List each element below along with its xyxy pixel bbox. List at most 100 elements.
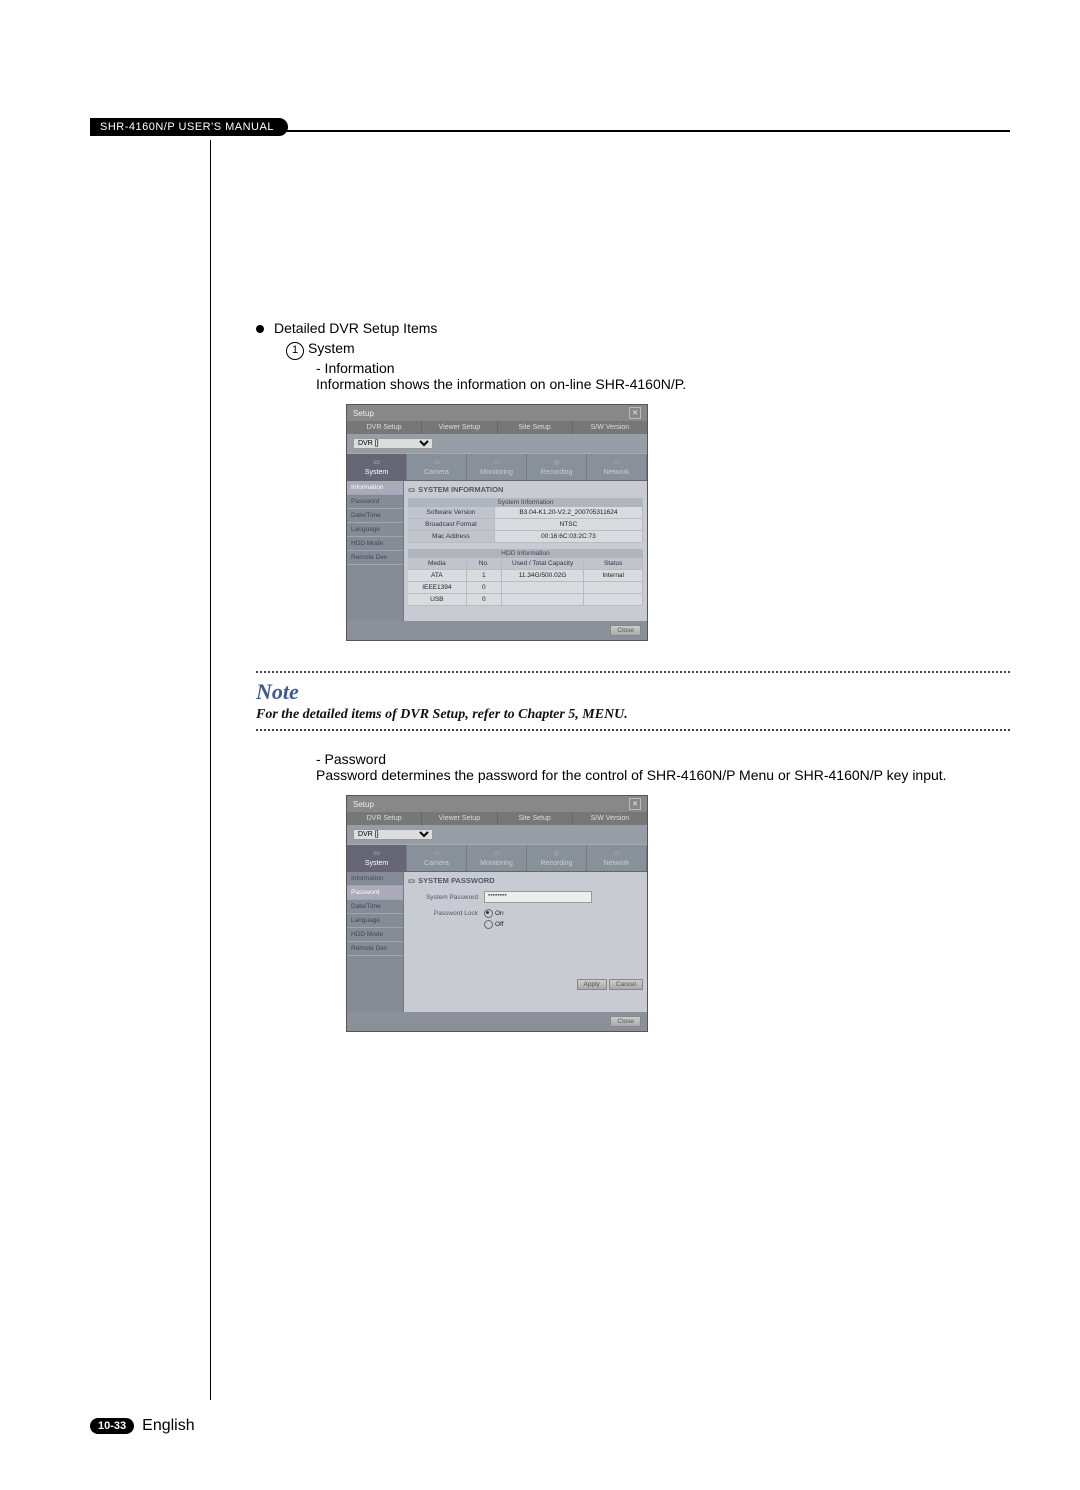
panel-heading: ▭ SYSTEM PASSWORD [408, 876, 643, 885]
sidebar-item-datetime[interactable]: Date/Time [347, 509, 403, 523]
password-label: - Password [256, 751, 1010, 767]
col-capacity: Used / Total Capacity [502, 558, 584, 569]
hddinfo-header: HDD Information [408, 549, 643, 558]
monitor-icon: ▭ [469, 849, 524, 859]
footer-language: English [142, 1417, 194, 1435]
top-tabs: DVR Setup Viewer Setup Site Setup S/W Ve… [347, 421, 647, 434]
cat-system[interactable]: ▭System [347, 845, 407, 871]
circled-number-icon: 1 [286, 342, 304, 360]
table-header-row: Media No. Used / Total Capacity Status [408, 558, 643, 570]
lock-icon: ▭ [408, 876, 415, 885]
cat-monitoring[interactable]: ▭Monitoring [467, 454, 527, 480]
sidebar-item-datetime[interactable]: Date/Time [347, 900, 403, 914]
tab-site-setup[interactable]: Site Setup [498, 421, 573, 434]
system-icon: ▭ [349, 458, 404, 468]
network-icon: ▭ [589, 849, 644, 859]
sidebar-item-hddmode[interactable]: HDD Mode [347, 928, 403, 942]
dvr-select-row: DVR [] [347, 434, 647, 453]
cat-recording[interactable]: ◎Recording [527, 454, 587, 480]
bullet-icon [256, 325, 264, 333]
cat-network[interactable]: ▭Network [587, 454, 647, 480]
cell-value: NTSC [495, 519, 643, 530]
tab-sw-version[interactable]: S/W Version [573, 421, 647, 434]
system-password-row: System Password [408, 891, 643, 903]
info-label: - Information [256, 360, 1010, 376]
col-status: Status [584, 558, 643, 569]
apply-button[interactable]: Apply [577, 979, 607, 990]
window-title: Setup [353, 409, 374, 418]
manual-page: SHR-4160N/P USER'S MANUAL Detailed DVR S… [0, 0, 1080, 1490]
sidebar-item-password[interactable]: Password [347, 886, 403, 900]
radio-off[interactable]: Off [484, 920, 504, 929]
info-icon: ▭ [408, 485, 415, 494]
content-column: Detailed DVR Setup Items 1System - Infor… [210, 140, 1010, 1400]
numbered-item: 1System [256, 340, 1010, 360]
tab-viewer-setup[interactable]: Viewer Setup [422, 421, 497, 434]
table-row: IEEE1394 0 [408, 582, 643, 594]
col-media: Media [408, 558, 467, 569]
cat-network[interactable]: ▭Network [587, 845, 647, 871]
tab-site-setup[interactable]: Site Setup [498, 812, 573, 825]
close-button[interactable]: Close [610, 1016, 641, 1027]
radio-on[interactable]: On [484, 909, 504, 918]
password-lock-row-off: Off [408, 920, 643, 929]
cancel-button[interactable]: Cancel [609, 979, 643, 990]
main-panel: ▭ SYSTEM INFORMATION System Information … [404, 481, 647, 621]
col-no: No. [467, 558, 502, 569]
sidebar-item-remotedev[interactable]: Remote Dev [347, 942, 403, 956]
note-body: For the detailed items of DVR Setup, ref… [256, 707, 1010, 723]
table-row: Mac Address 00:16:6C:03:2C:73 [408, 531, 643, 543]
sidebar-item-hddmode[interactable]: HDD Mode [347, 537, 403, 551]
top-tabs: DVR Setup Viewer Setup Site Setup S/W Ve… [347, 812, 647, 825]
table-row: Software Version B3.04-K1.20-V2.2_200705… [408, 507, 643, 519]
sysinfo-header: System Information [408, 498, 643, 507]
camera-icon: ▭ [409, 849, 464, 859]
record-icon: ◎ [529, 849, 584, 859]
sidebar-item-password[interactable]: Password [347, 495, 403, 509]
dvr-select-row: DVR [] [347, 825, 647, 844]
cell-label: Software Version [408, 507, 495, 518]
cat-recording[interactable]: ◎Recording [527, 845, 587, 871]
system-password-input[interactable] [484, 891, 592, 903]
window-titlebar: Setup ✕ [347, 405, 647, 421]
header-pill: SHR-4160N/P USER'S MANUAL [90, 118, 288, 136]
cell-label: Broadcast Format [408, 519, 495, 530]
syspw-label: System Password [408, 894, 478, 901]
sidebar-item-information[interactable]: Information [347, 481, 403, 495]
note-title: Note [256, 679, 1010, 705]
page-number-badge: 10-33 [90, 1418, 134, 1434]
table-row: USB 0 [408, 594, 643, 606]
note-block: Note For the detailed items of DVR Setup… [256, 671, 1010, 731]
bullet-title: Detailed DVR Setup Items [274, 320, 437, 336]
window-title: Setup [353, 800, 374, 809]
password-lock-row: Password Lock On [408, 909, 643, 918]
tab-viewer-setup[interactable]: Viewer Setup [422, 812, 497, 825]
sidebar-item-language[interactable]: Language [347, 523, 403, 537]
cell-value: 00:16:6C:03:2C:73 [495, 531, 643, 542]
camera-icon: ▭ [409, 458, 464, 468]
panel-heading: ▭ SYSTEM INFORMATION [408, 485, 643, 494]
cat-monitoring[interactable]: ▭Monitoring [467, 845, 527, 871]
tab-sw-version[interactable]: S/W Version [573, 812, 647, 825]
button-row: Close [347, 1012, 647, 1031]
close-icon[interactable]: ✕ [629, 798, 641, 810]
sidebar-item-information[interactable]: Information [347, 872, 403, 886]
sidebar-item-language[interactable]: Language [347, 914, 403, 928]
cell-label: Mac Address [408, 531, 495, 542]
sidebar-item-remotedev[interactable]: Remote Dev [347, 551, 403, 565]
tab-dvr-setup[interactable]: DVR Setup [347, 812, 422, 825]
header-rule [90, 130, 1010, 132]
dvr-select[interactable]: DVR [] [353, 829, 433, 840]
window-titlebar: Setup ✕ [347, 796, 647, 812]
cat-system[interactable]: ▭System [347, 454, 407, 480]
close-button[interactable]: Close [610, 625, 641, 636]
tab-dvr-setup[interactable]: DVR Setup [347, 421, 422, 434]
cat-camera[interactable]: ▭Camera [407, 454, 467, 480]
table-row: Broadcast Format NTSC [408, 519, 643, 531]
cat-camera[interactable]: ▭Camera [407, 845, 467, 871]
close-icon[interactable]: ✕ [629, 407, 641, 419]
password-desc: Password determines the password for the… [256, 767, 1010, 783]
category-tabs: ▭System ▭Camera ▭Monitoring ◎Recording ▭… [347, 453, 647, 481]
monitor-icon: ▭ [469, 458, 524, 468]
dvr-select[interactable]: DVR [] [353, 438, 433, 449]
